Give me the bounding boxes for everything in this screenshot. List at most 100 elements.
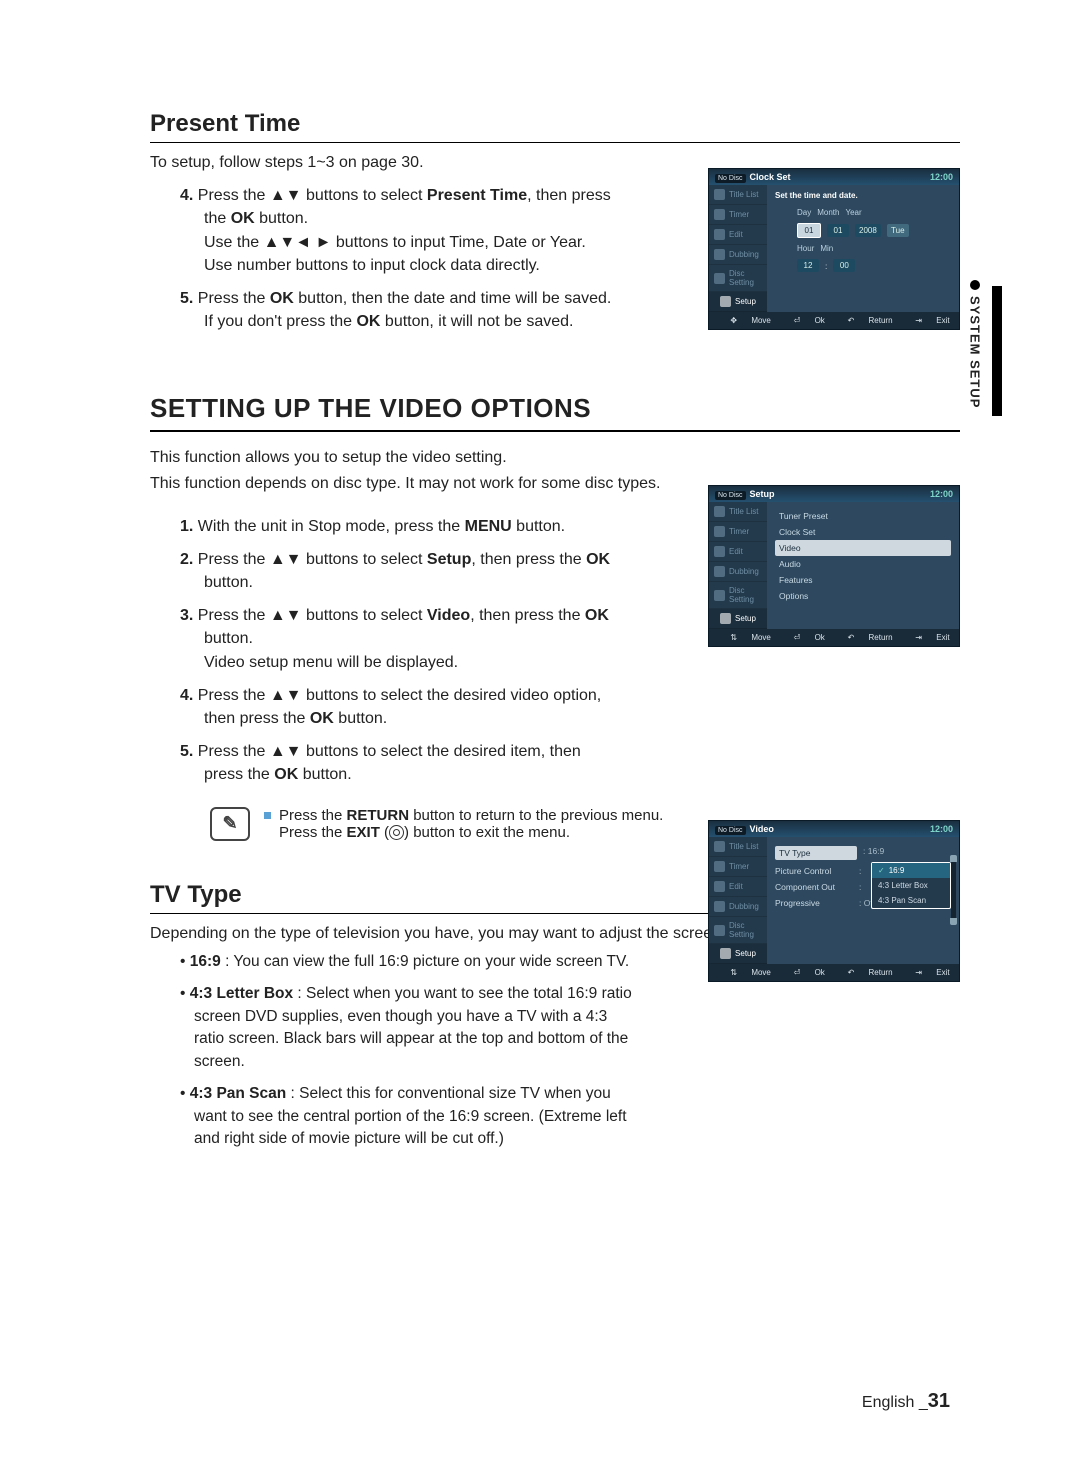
text: button to exit the menu. [409, 824, 570, 841]
step-5b: 5. Press the ▲▼ buttons to select the de… [180, 740, 620, 786]
field-hour[interactable]: 12 [797, 259, 819, 272]
row-tv-type[interactable]: TV Type: 16:9 [775, 843, 951, 863]
field-month[interactable]: 01 [827, 224, 849, 237]
text: With the unit in Stop mode, press the [198, 518, 465, 535]
scissors-icon [714, 881, 725, 892]
menu-item-options[interactable]: Options [775, 588, 951, 604]
gear-icon [720, 948, 731, 959]
label-letterbox: 4:3 Letter Box [190, 985, 293, 1002]
exit-label: EXIT [347, 824, 380, 841]
up-down-icon: ▲▼ [270, 551, 302, 568]
nav-timer[interactable]: Timer [709, 205, 767, 225]
text: Press the [198, 607, 270, 624]
text: , then press the [471, 551, 586, 568]
tv-type-bullets: • 16:9 : You can view the full 16:9 pict… [180, 951, 640, 1151]
field-year[interactable]: 2008 [855, 224, 881, 237]
text: button. [334, 710, 387, 727]
nav-edit[interactable]: Edit [709, 225, 767, 245]
nav-disc-setting[interactable]: Disc Setting [709, 582, 767, 609]
step-number: 3. [180, 607, 193, 624]
hint-exit: ⇥ Exit [903, 633, 949, 642]
scrollbar[interactable] [951, 861, 956, 919]
hint-move: ⇅ Move [718, 633, 771, 642]
nav-edit[interactable]: Edit [709, 877, 767, 897]
disc-setting-icon [714, 273, 725, 284]
menu-item-clockset[interactable]: Clock Set [775, 524, 951, 540]
bullet-letterbox: • 4:3 Letter Box : Select when you want … [180, 983, 640, 1073]
osd-title: Clock Set [750, 172, 791, 182]
present-time-heading: Present Time [150, 110, 960, 143]
tv-type-popup[interactable]: ✓16:9 4:3 Letter Box 4:3 Pan Scan [871, 862, 951, 909]
text: Press the [198, 551, 270, 568]
nav-setup[interactable]: Setup [709, 609, 767, 629]
menu-item-video[interactable]: Video [775, 540, 951, 556]
osd-nav[interactable]: Title List Timer Edit Dubbing Disc Setti… [709, 185, 767, 312]
popup-16-9[interactable]: ✓16:9 [872, 863, 950, 878]
label-year: Year [845, 208, 861, 217]
video-options-heading: SETTING UP THE VIDEO OPTIONS [150, 393, 960, 432]
no-disc-badge: No Disc [715, 491, 746, 500]
disc-setting-icon [714, 590, 725, 601]
ok-label: OK [270, 290, 294, 307]
video-intro-1: This function allows you to setup the vi… [150, 446, 960, 469]
exit-button-icon [389, 825, 404, 840]
nav-setup[interactable]: Setup [709, 292, 767, 312]
nav-title-list[interactable]: Title List [709, 502, 767, 522]
bullet-square-icon [264, 812, 271, 819]
text: button. [204, 630, 253, 647]
note-icon: ✎ [210, 807, 250, 841]
step-number: 5. [180, 743, 193, 760]
text: Use number buttons to input clock data d… [204, 257, 540, 274]
menu-label: MENU [465, 518, 512, 535]
osd-content: Set the time and date. Day Month Year 01… [767, 185, 959, 312]
nav-timer[interactable]: Timer [709, 522, 767, 542]
hint-ok: ⏎ Ok [782, 633, 825, 642]
hint-return: ↶ Return [836, 316, 893, 325]
text: Press the [198, 743, 270, 760]
clock-icon [714, 526, 725, 537]
nav-dubbing[interactable]: Dubbing [709, 245, 767, 265]
side-thumb-strip [992, 286, 1002, 416]
osd-prompt: Set the time and date. [775, 191, 951, 200]
osd-nav[interactable]: Title List Timer Edit Dubbing Disc Setti… [709, 837, 767, 964]
present-time-intro: To setup, follow steps 1~3 on page 30. [150, 151, 610, 174]
nav-title-list[interactable]: Title List [709, 185, 767, 205]
no-disc-badge: No Disc [715, 174, 746, 183]
text: If you don't press the [204, 313, 356, 330]
nav-edit[interactable]: Edit [709, 542, 767, 562]
osd-title: Setup [750, 489, 775, 499]
field-day[interactable]: 01 [797, 223, 821, 238]
text: buttons to select [302, 551, 427, 568]
nav-dubbing[interactable]: Dubbing [709, 562, 767, 582]
text: , then press the [470, 607, 585, 624]
nav-title-list[interactable]: Title List [709, 837, 767, 857]
page-number: 31 [928, 1390, 950, 1412]
popup-letterbox[interactable]: 4:3 Letter Box [872, 878, 950, 893]
popup-panscan[interactable]: 4:3 Pan Scan [872, 893, 950, 908]
osd-nav[interactable]: Title List Timer Edit Dubbing Disc Setti… [709, 502, 767, 629]
ok-label: OK [231, 210, 255, 227]
ok-label: OK [356, 313, 380, 330]
hint-move: ⇅ Move [718, 968, 771, 977]
ok-label: OK [586, 551, 610, 568]
text: button, it will not be saved. [380, 313, 573, 330]
label-panscan: 4:3 Pan Scan [190, 1085, 287, 1102]
osd-header: No DiscVideo 12:00 [709, 821, 959, 837]
field-min[interactable]: 00 [833, 259, 855, 272]
osd-footer: ⇅ Move ⏎ Ok ↶ Return ⇥ Exit [709, 629, 959, 646]
osd-clock-set: No DiscClock Set 12:00 Title List Timer … [708, 168, 960, 330]
nav-disc-setting[interactable]: Disc Setting [709, 265, 767, 292]
step-number: 4. [180, 187, 193, 204]
nav-disc-setting[interactable]: Disc Setting [709, 917, 767, 944]
nav-setup[interactable]: Setup [709, 944, 767, 964]
menu-item-tuner[interactable]: Tuner Preset [775, 508, 951, 524]
nav-timer[interactable]: Timer [709, 857, 767, 877]
osd-video-menu: No DiscVideo 12:00 Title List Timer Edit… [708, 820, 960, 982]
osd-header: No DiscSetup 12:00 [709, 486, 959, 502]
menu-item-features[interactable]: Features [775, 572, 951, 588]
label-min: Min [820, 244, 833, 253]
nav-dubbing[interactable]: Dubbing [709, 897, 767, 917]
video-label: Video [427, 607, 470, 624]
text: buttons to select [302, 187, 427, 204]
menu-item-audio[interactable]: Audio [775, 556, 951, 572]
